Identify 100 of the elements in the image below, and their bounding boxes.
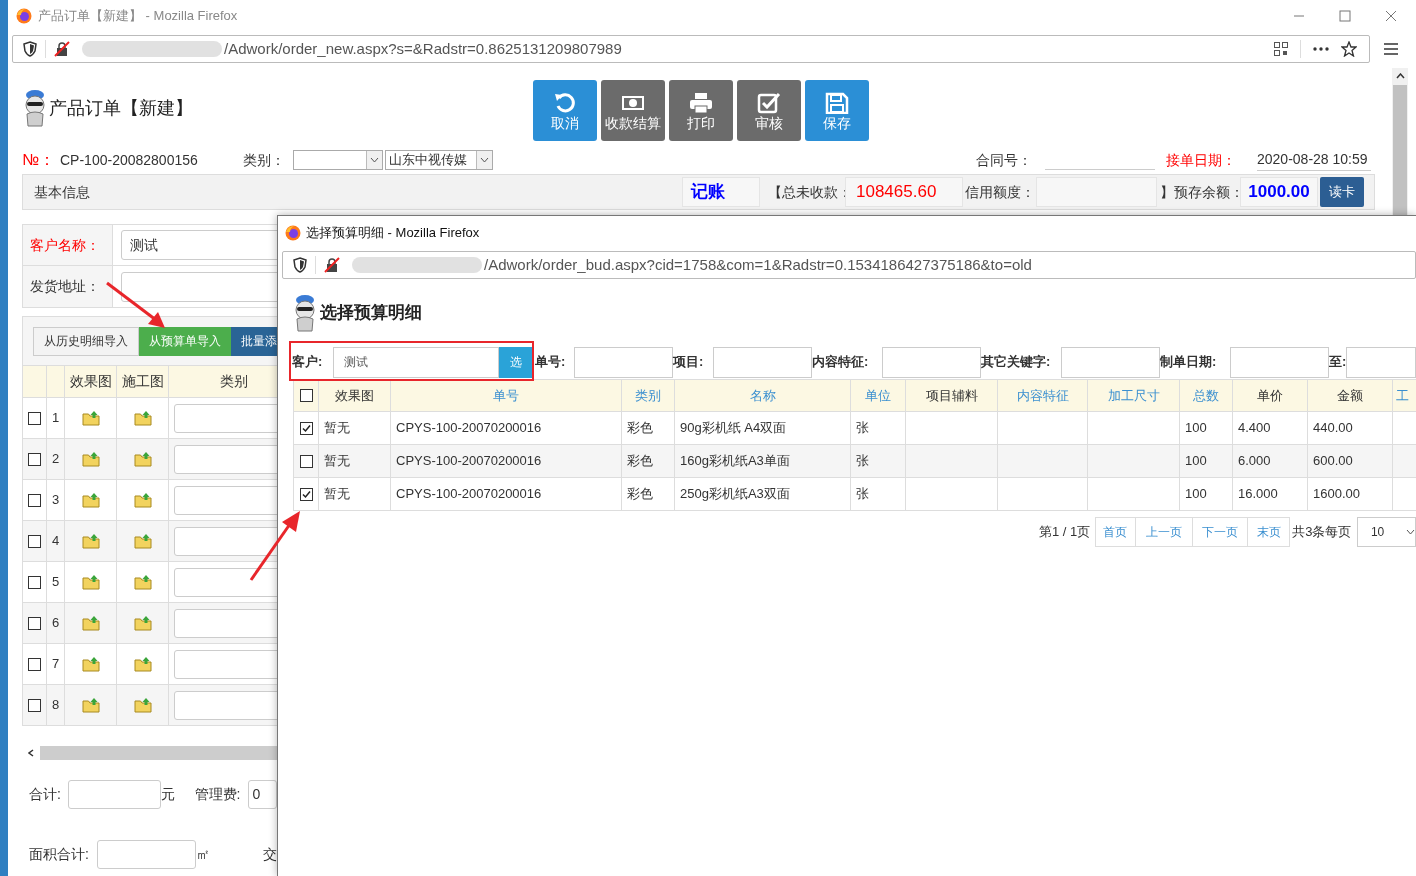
checkbox[interactable] xyxy=(299,421,313,435)
import-button[interactable]: 从预算单导入 xyxy=(139,326,231,356)
page-size-select[interactable]: 10 xyxy=(1356,517,1416,547)
folder-upload-icon[interactable] xyxy=(81,533,100,549)
pager-button[interactable]: 上一页 xyxy=(1135,517,1193,547)
folder-upload-icon[interactable] xyxy=(81,574,100,590)
date-field[interactable]: 2020-08-28 10:59 xyxy=(1257,149,1371,171)
folder-upload-icon[interactable] xyxy=(81,697,100,713)
folder-upload-icon[interactable] xyxy=(133,615,152,631)
select-button[interactable]: 选 xyxy=(499,346,533,378)
category-field[interactable] xyxy=(174,567,277,597)
category-field[interactable] xyxy=(174,690,277,720)
category-select[interactable] xyxy=(293,150,383,170)
folder-upload-icon[interactable] xyxy=(81,656,100,672)
category-field[interactable] xyxy=(174,444,277,474)
shield-icon[interactable] xyxy=(293,257,307,273)
sort-link[interactable]: 单位 xyxy=(865,385,891,406)
folder-upload-icon[interactable] xyxy=(133,574,152,590)
customer-filter-field[interactable]: 测试 xyxy=(333,346,499,378)
category-field[interactable] xyxy=(174,608,277,638)
category-field[interactable] xyxy=(174,403,277,433)
address-bar[interactable]: /Adwork/order_new.aspx?s=&Radstr=0.8625131209807989 xyxy=(12,35,1370,63)
pager-button[interactable]: 下一页 xyxy=(1192,517,1248,547)
bookmark-star-icon[interactable] xyxy=(1341,41,1357,57)
checkbox[interactable] xyxy=(28,616,41,630)
folder-upload-icon[interactable] xyxy=(133,697,152,713)
filter-field[interactable] xyxy=(1346,346,1416,378)
filter-label: 内容特征: xyxy=(812,353,870,372)
toolbar-button[interactable]: 打印 xyxy=(669,80,733,141)
toolbar-button[interactable]: 收款结算 xyxy=(601,80,665,141)
folder-upload-icon[interactable] xyxy=(133,492,152,508)
checkbox[interactable] xyxy=(299,487,313,501)
toolbar-button[interactable]: 取消 xyxy=(533,80,597,141)
checkbox[interactable] xyxy=(299,454,313,468)
row-number: 6 xyxy=(51,614,60,633)
checkbox[interactable] xyxy=(28,698,41,712)
pager-button[interactable]: 末页 xyxy=(1246,517,1291,547)
section-title: 基本信息 xyxy=(33,182,91,202)
sort-link[interactable]: 加工尺寸 xyxy=(1107,385,1160,406)
table-cell-text: 100 xyxy=(1185,419,1207,438)
total-field[interactable] xyxy=(67,779,162,809)
filter-field[interactable] xyxy=(1230,346,1329,378)
shield-icon[interactable] xyxy=(23,41,37,57)
address-bar[interactable]: /Adwork/order_bud.aspx?cid=1758&com=1&Radstr=0.1534186427375186&to=old xyxy=(282,251,1416,279)
category-field[interactable] xyxy=(174,526,277,556)
folder-upload-icon[interactable] xyxy=(81,410,100,426)
qr-code-icon[interactable] xyxy=(1274,42,1288,56)
sort-link[interactable]: 类别 xyxy=(635,385,661,406)
folder-upload-icon[interactable] xyxy=(81,451,100,467)
maximize-icon[interactable] xyxy=(1339,10,1351,22)
table-cell-text: CPYS-100-20070200016 xyxy=(396,419,542,438)
pager-button[interactable]: 首页 xyxy=(1094,517,1137,547)
company-select[interactable]: 山东中视传媒 xyxy=(385,150,493,170)
menu-icon[interactable] xyxy=(1384,43,1398,55)
sort-link[interactable]: 工 xyxy=(1396,385,1409,406)
filter-field[interactable] xyxy=(713,346,812,378)
read-card-button[interactable]: 读卡 xyxy=(1320,177,1364,207)
scroll-left-icon[interactable] xyxy=(28,749,34,757)
toolbar-button[interactable]: 审核 xyxy=(737,80,801,141)
category-field[interactable] xyxy=(174,485,277,515)
folder-upload-icon[interactable] xyxy=(81,492,100,508)
sort-link[interactable]: 总数 xyxy=(1193,385,1219,406)
import-button[interactable]: 从历史明细导入 xyxy=(33,326,139,356)
total-text: 共3条每页 xyxy=(1292,523,1353,542)
sort-link[interactable]: 单号 xyxy=(493,385,519,406)
toolbar-button[interactable]: 保存 xyxy=(805,80,869,141)
select-all-checkbox[interactable] xyxy=(299,389,313,402)
checkbox[interactable] xyxy=(28,657,41,671)
sort-link[interactable]: 内容特征 xyxy=(1016,385,1069,406)
checkbox[interactable] xyxy=(28,575,41,589)
checkbox[interactable] xyxy=(28,452,41,466)
folder-upload-icon[interactable] xyxy=(133,533,152,549)
folder-upload-icon[interactable] xyxy=(133,656,152,672)
checkbox[interactable] xyxy=(28,493,41,507)
row-number: 5 xyxy=(51,573,60,592)
filter-field[interactable] xyxy=(574,346,673,378)
insecure-lock-icon[interactable] xyxy=(324,257,340,273)
area-field[interactable] xyxy=(97,839,196,869)
dropdown-caret-icon[interactable] xyxy=(1406,529,1415,535)
mascot-icon xyxy=(292,293,318,333)
filter-field[interactable] xyxy=(882,346,981,378)
dropdown-caret-icon[interactable] xyxy=(366,151,382,169)
folder-upload-icon[interactable] xyxy=(133,410,152,426)
import-button[interactable]: 批量添 xyxy=(231,326,277,356)
scroll-up-icon[interactable] xyxy=(1395,73,1405,79)
folder-upload-icon[interactable] xyxy=(133,451,152,467)
sort-link[interactable]: 名称 xyxy=(749,385,776,406)
horizontal-scrollbar[interactable] xyxy=(22,746,277,760)
folder-upload-icon[interactable] xyxy=(81,615,100,631)
filter-field[interactable] xyxy=(1061,346,1160,378)
category-field[interactable] xyxy=(174,649,277,679)
post-link[interactable]: 记账 xyxy=(682,177,760,207)
more-icon[interactable] xyxy=(1313,47,1329,51)
checkbox[interactable] xyxy=(28,534,41,548)
checkbox[interactable] xyxy=(28,411,41,425)
field-label: 管理费: xyxy=(194,784,242,804)
table-cell-text: 彩色 xyxy=(627,419,653,438)
insecure-lock-icon[interactable] xyxy=(54,41,70,57)
close-icon[interactable] xyxy=(1385,10,1397,22)
dropdown-caret-icon[interactable] xyxy=(476,151,492,169)
